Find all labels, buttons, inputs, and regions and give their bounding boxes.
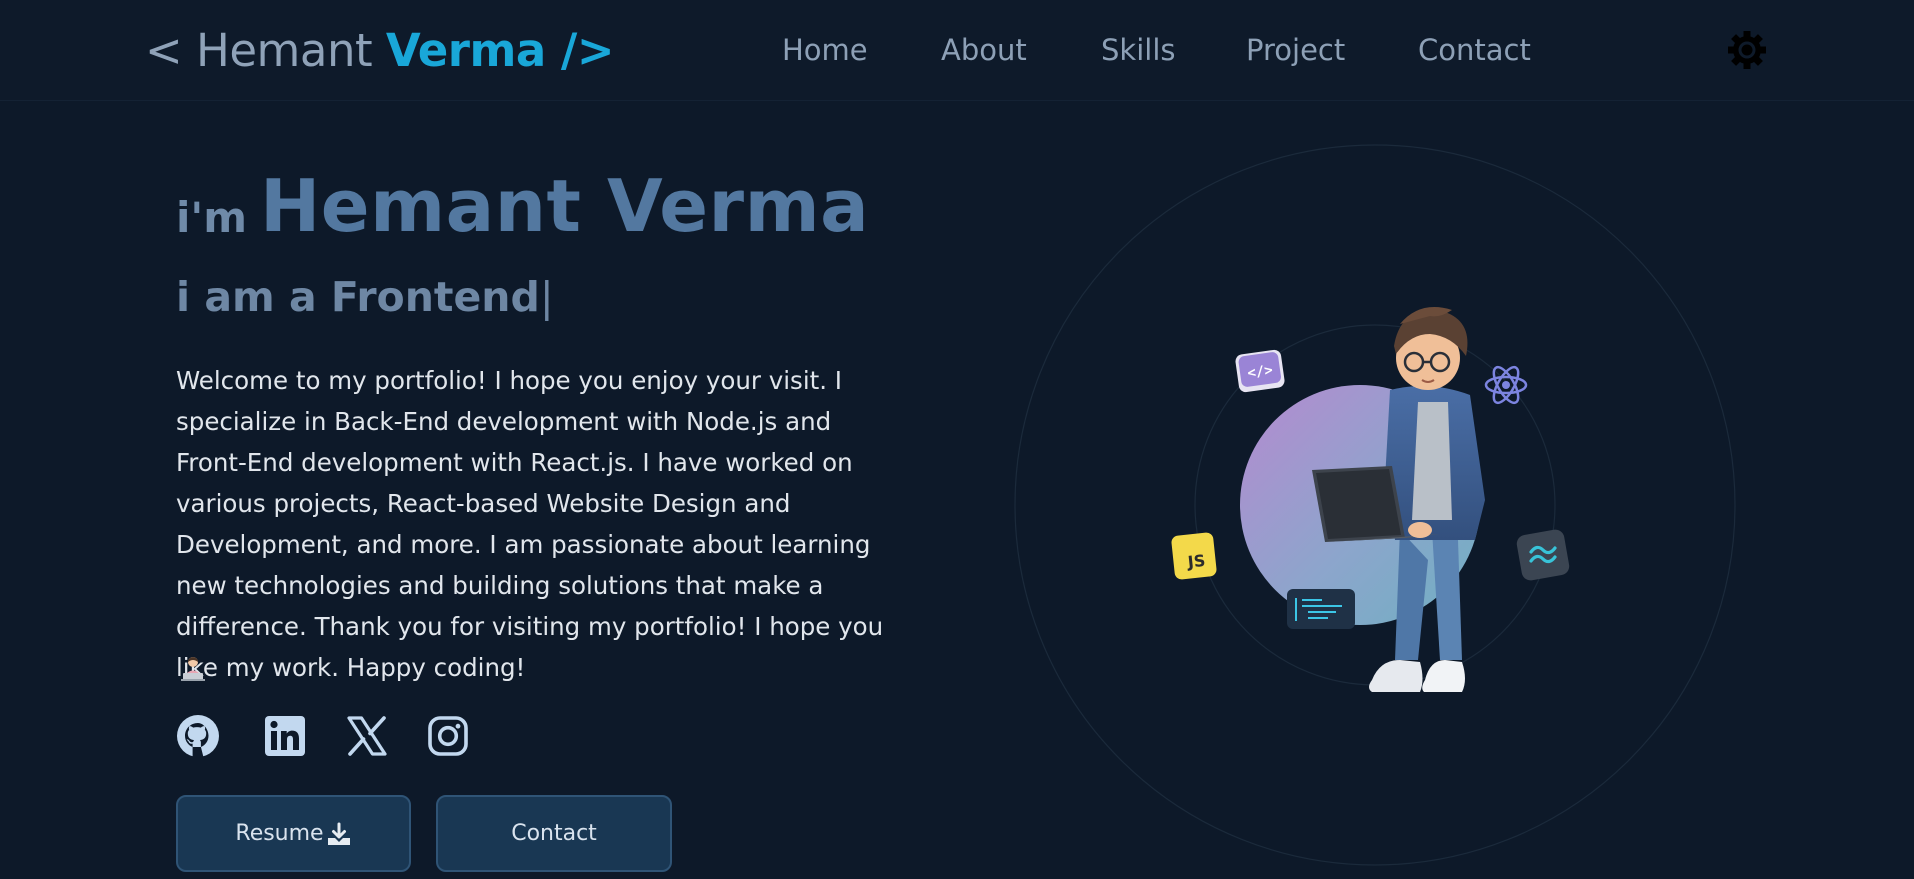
hero-role: i am a Frontend|: [176, 270, 554, 324]
developer-avatar-illustration: </> JS: [1014, 144, 1736, 866]
x-link[interactable]: [345, 714, 389, 762]
js-badge-label: JS: [1186, 551, 1206, 572]
github-link[interactable]: [176, 714, 220, 762]
hero-name: Hemant Verma: [260, 164, 870, 248]
github-icon: [177, 715, 219, 757]
intro-paragraph: Welcome to my portfolio! I hope you enjo…: [176, 366, 884, 682]
react-logo-badge: [1484, 365, 1528, 405]
nav-link-contact[interactable]: Contact: [1418, 30, 1531, 70]
linkedin-link[interactable]: [263, 714, 307, 762]
nav-link-skills[interactable]: Skills: [1101, 30, 1175, 70]
contact-button-label: Contact: [511, 821, 597, 846]
theme-toggle-button[interactable]: [1726, 29, 1768, 71]
navbar: < Hemant Verma /> Home About Skills Proj…: [0, 0, 1914, 101]
javascript-badge: JS: [1171, 532, 1217, 580]
instagram-icon: [428, 716, 468, 756]
linkedin-icon: [265, 716, 305, 756]
developer-character: [1312, 307, 1485, 692]
resume-button-label: Resume: [235, 821, 324, 846]
technologist-emoji-icon: [181, 657, 205, 681]
nav-link-home[interactable]: Home: [782, 30, 868, 70]
hero-greeting: i'm: [176, 193, 248, 242]
nav-link-about[interactable]: About: [941, 30, 1027, 70]
logo-suffix: Verma />: [385, 24, 615, 77]
instagram-link[interactable]: [426, 714, 470, 762]
gear-icon: [1728, 31, 1766, 69]
logo-prefix: < Hemant: [145, 24, 373, 77]
nav-link-project[interactable]: Project: [1246, 30, 1345, 70]
contact-button[interactable]: Contact: [436, 795, 672, 872]
hero-role-text: i am a Frontend: [176, 273, 540, 321]
x-icon: [347, 716, 387, 756]
tailwind-badge: [1516, 529, 1570, 581]
code-tag-badge: </>: [1235, 349, 1285, 393]
download-icon: [327, 822, 350, 845]
typing-cursor: |: [539, 273, 554, 321]
hero-illustration: </> JS: [1000, 140, 1760, 879]
site-logo[interactable]: < Hemant Verma />: [145, 22, 615, 80]
code-editor-badge: [1287, 589, 1355, 629]
resume-button[interactable]: Resume: [176, 795, 411, 872]
